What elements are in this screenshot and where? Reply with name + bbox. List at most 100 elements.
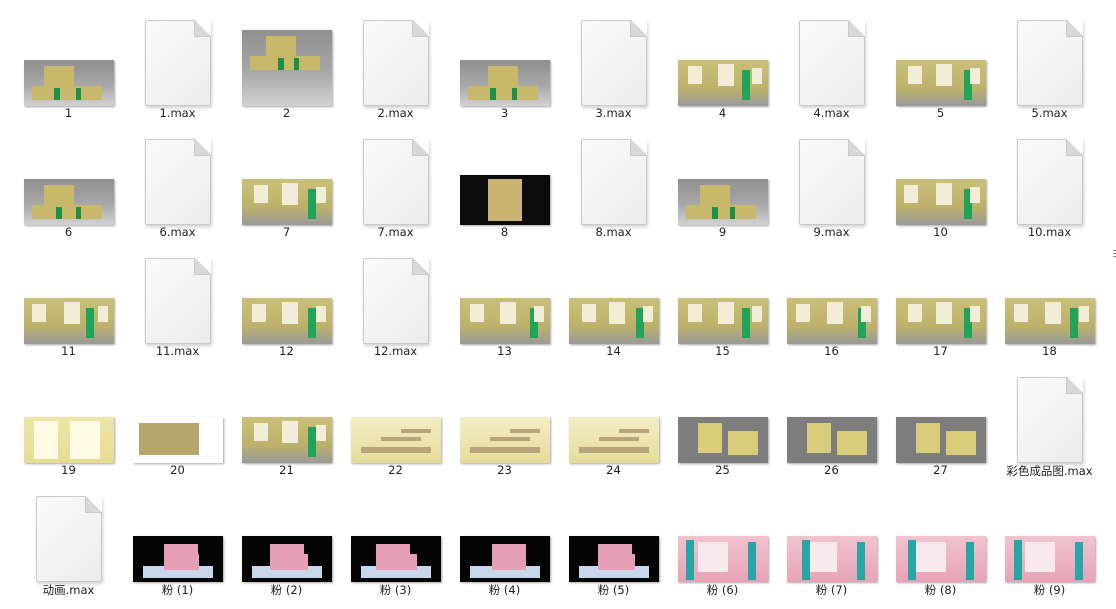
- blank-document-icon: [798, 139, 865, 225]
- file-item[interactable]: 4.max: [777, 6, 886, 121]
- thumbnail-image: [459, 175, 550, 225]
- thumbnail-image: [350, 536, 441, 582]
- thumbnail-image: [23, 60, 114, 106]
- image-item[interactable]: 6: [14, 125, 123, 240]
- file-item[interactable]: 7.max: [341, 125, 450, 240]
- thumbnail-image: [568, 417, 659, 463]
- thumbnail-image: [786, 298, 877, 344]
- thumbnail-image: [677, 60, 768, 106]
- image-thumbnail: [677, 490, 768, 582]
- blank-document-icon: [144, 139, 211, 225]
- blank-document-icon: [798, 20, 865, 106]
- thumbnail-image: [132, 536, 223, 582]
- image-item[interactable]: 11: [14, 244, 123, 359]
- image-item[interactable]: 24: [559, 363, 668, 478]
- thumbnail-image: [459, 417, 550, 463]
- image-item[interactable]: 4: [668, 6, 777, 121]
- file-name-label: 14: [606, 344, 621, 358]
- image-thumbnail: [677, 252, 768, 344]
- image-item[interactable]: 5: [886, 6, 995, 121]
- file-item[interactable]: 6.max: [123, 125, 232, 240]
- image-item[interactable]: 粉 (5): [559, 482, 668, 597]
- file-name-label: 粉 (3): [379, 583, 412, 597]
- file-item[interactable]: 10.max: [995, 125, 1104, 240]
- file-item[interactable]: 5.max: [995, 6, 1104, 121]
- image-thumbnail: [241, 133, 332, 225]
- file-name-label: 17: [933, 344, 948, 358]
- image-item[interactable]: 粉 (9): [995, 482, 1104, 597]
- file-item[interactable]: 彩色成品图.max: [995, 363, 1104, 478]
- thumbnail-image: [350, 417, 441, 463]
- image-item[interactable]: 18: [995, 244, 1104, 359]
- image-thumbnail: [132, 371, 223, 463]
- file-item[interactable]: 1.max: [123, 6, 232, 121]
- image-item[interactable]: 粉 (2): [232, 482, 341, 597]
- image-item[interactable]: 23: [450, 363, 559, 478]
- file-item[interactable]: 12.max: [341, 244, 450, 359]
- file-name-label: 5: [936, 106, 945, 120]
- file-item[interactable]: 11.max: [123, 244, 232, 359]
- image-item[interactable]: 粉 (4): [450, 482, 559, 597]
- thumbnail-image: [677, 179, 768, 225]
- image-item[interactable]: 1: [14, 6, 123, 121]
- image-item[interactable]: 3: [450, 6, 559, 121]
- image-item[interactable]: 10: [886, 125, 995, 240]
- image-item[interactable]: 17: [886, 244, 995, 359]
- image-thumbnail: [1004, 252, 1095, 344]
- file-name-label: 5.max: [1031, 106, 1068, 120]
- thumbnail-image: [895, 417, 986, 463]
- image-item[interactable]: 20: [123, 363, 232, 478]
- file-name-label: 7.max: [377, 225, 414, 239]
- image-item[interactable]: 26: [777, 363, 886, 478]
- file-item[interactable]: 3.max: [559, 6, 668, 121]
- file-name-label: 16: [824, 344, 839, 358]
- file-name-label: 粉 (1): [161, 583, 194, 597]
- image-item[interactable]: 8: [450, 125, 559, 240]
- thumbnail-image: [459, 60, 550, 106]
- image-thumbnail: [241, 490, 332, 582]
- image-item[interactable]: 13: [450, 244, 559, 359]
- file-name-label: 26: [824, 463, 839, 477]
- image-item[interactable]: 2: [232, 6, 341, 121]
- image-item[interactable]: 12: [232, 244, 341, 359]
- image-item[interactable]: 14: [559, 244, 668, 359]
- image-thumbnail: [23, 371, 114, 463]
- thumbnail-image: [677, 417, 768, 463]
- file-name-label: 11: [61, 344, 76, 358]
- file-item[interactable]: 动画.max: [14, 482, 123, 597]
- image-item[interactable]: 25: [668, 363, 777, 478]
- image-item[interactable]: 19: [14, 363, 123, 478]
- image-thumbnail: [786, 490, 877, 582]
- image-item[interactable]: 粉 (6): [668, 482, 777, 597]
- image-thumbnail: [895, 252, 986, 344]
- file-icon: [786, 14, 877, 106]
- file-item[interactable]: 8.max: [559, 125, 668, 240]
- image-item[interactable]: 9: [668, 125, 777, 240]
- blank-document-icon: [1016, 139, 1083, 225]
- image-thumbnail: [677, 371, 768, 463]
- image-item[interactable]: 16: [777, 244, 886, 359]
- file-name-label: 11.max: [155, 344, 200, 358]
- file-name-label: 3.max: [595, 106, 632, 120]
- file-name-label: 粉 (2): [270, 583, 303, 597]
- file-item[interactable]: 2.max: [341, 6, 450, 121]
- image-item[interactable]: 21: [232, 363, 341, 478]
- file-item[interactable]: 9.max: [777, 125, 886, 240]
- image-thumbnail: [350, 371, 441, 463]
- image-item[interactable]: 粉 (8): [886, 482, 995, 597]
- thumbnail-image: [241, 179, 332, 225]
- file-name-label: 4.max: [813, 106, 850, 120]
- image-item[interactable]: 27: [886, 363, 995, 478]
- image-item[interactable]: 粉 (3): [341, 482, 450, 597]
- image-item[interactable]: 22: [341, 363, 450, 478]
- image-thumbnail: [1004, 490, 1095, 582]
- file-icon: [1004, 14, 1095, 106]
- image-item[interactable]: 7: [232, 125, 341, 240]
- image-item[interactable]: 15: [668, 244, 777, 359]
- image-thumbnail: [241, 252, 332, 344]
- thumbnail-image: [241, 298, 332, 344]
- image-item[interactable]: 粉 (7): [777, 482, 886, 597]
- file-name-label: 动画.max: [42, 583, 95, 597]
- file-name-label: 粉 (4): [488, 583, 521, 597]
- image-item[interactable]: 粉 (1): [123, 482, 232, 597]
